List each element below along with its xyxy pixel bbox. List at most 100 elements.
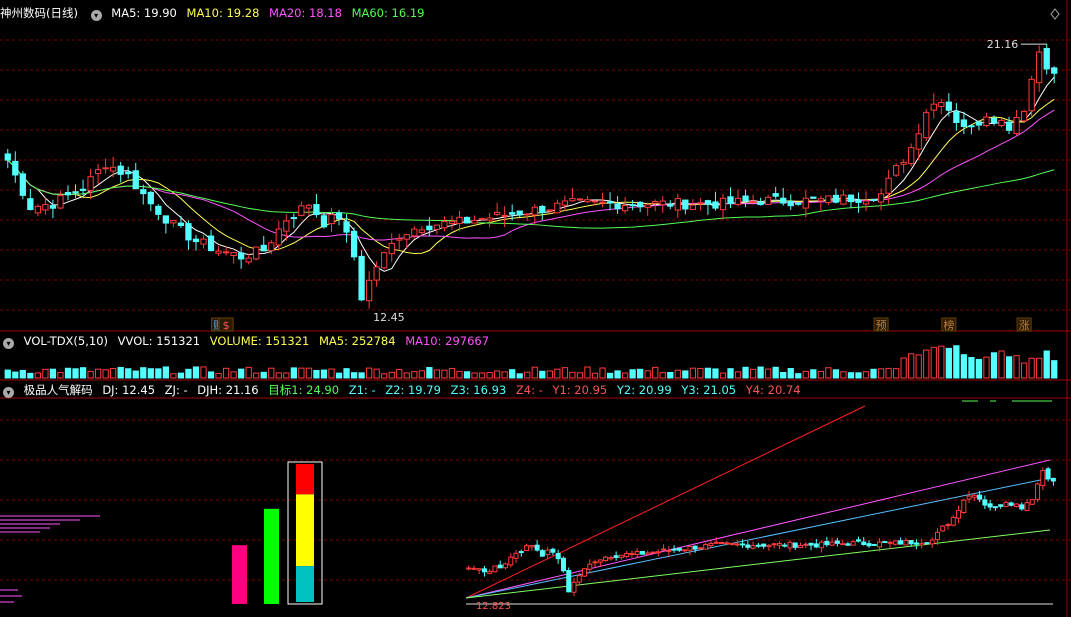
mini-candle: [634, 550, 640, 555]
mini-candle: [950, 516, 956, 526]
mini-candle: [676, 547, 682, 551]
ma5-label: MA5: 19.90: [111, 6, 177, 20]
volume-bar: [983, 356, 990, 379]
volume-bar: [614, 370, 621, 379]
mini-candle: [792, 542, 798, 548]
kline-chart-canvas[interactable]: 21.1612.45财$ 预榜涨12.823: [0, 0, 1071, 617]
mini-candle: [908, 540, 914, 545]
mini-candle: [703, 544, 709, 550]
mini-candle: [1003, 501, 1009, 508]
candle-down: [704, 200, 712, 205]
candle-up: [403, 234, 410, 240]
candle-up: [998, 119, 1005, 127]
mini-candle: [682, 549, 688, 552]
volume-bar: [877, 368, 885, 379]
volume-bar: [524, 371, 531, 379]
vol-ma5-label: MA5: 252784: [319, 334, 396, 348]
volume-bar: [1051, 360, 1058, 379]
event-marker-label: $: [223, 319, 230, 332]
candle-up: [802, 197, 809, 209]
candle-up: [230, 252, 237, 257]
volume-bar: [463, 371, 471, 379]
mini-candle: [476, 568, 482, 571]
mini-candle: [898, 540, 904, 545]
candle-up: [388, 242, 395, 255]
candle-up: [591, 200, 599, 203]
candle-up: [381, 252, 388, 269]
mini-candle: [940, 525, 946, 532]
candle-down: [1005, 121, 1013, 131]
volume-bar: [923, 349, 930, 379]
indicator-title[interactable]: 极品人气解码: [24, 383, 93, 397]
volume-bar: [1005, 356, 1013, 379]
volume-bar: [637, 368, 644, 379]
candle-down: [516, 210, 523, 216]
candle-up: [659, 200, 666, 206]
candle-down: [313, 204, 320, 216]
candle-down: [238, 252, 245, 260]
stack-bar-segment: [296, 464, 314, 495]
mini-candle: [481, 568, 487, 573]
mini-candle: [829, 541, 835, 546]
volume-bar: [298, 367, 305, 379]
volume-bar: [388, 371, 395, 379]
volume-bar: [328, 368, 335, 379]
volume-bar: [1020, 362, 1028, 379]
y4-label: Y4: 20.74: [745, 383, 801, 397]
mini-candle: [745, 544, 751, 548]
candle-up: [215, 250, 222, 254]
mini-candle: [913, 542, 919, 545]
volume-bar: [87, 370, 94, 379]
volume-bar: [366, 367, 373, 379]
volume-bar: [1043, 350, 1050, 379]
mini-candle: [550, 548, 556, 553]
volume-bar: [945, 347, 952, 379]
volume-bar: [862, 371, 870, 379]
candle-down: [27, 198, 34, 211]
mini-candle: [713, 541, 719, 544]
target1-label: 目标1: 24.90: [268, 383, 340, 397]
candle-down: [260, 244, 267, 252]
volume-bar: [546, 370, 553, 379]
candle-up: [170, 220, 177, 224]
candle-up: [908, 147, 915, 165]
volume-header: ▾ VOL-TDX(5,10) VVOL: 151321 VOLUME: 151…: [0, 333, 495, 350]
volume-bar: [335, 372, 343, 379]
low-price-label: 12.45: [373, 311, 405, 324]
y1-label: Y1: 20.95: [552, 383, 608, 397]
volume-bar: [230, 371, 237, 379]
volume-bar: [72, 368, 79, 379]
volume-bar: [659, 372, 666, 379]
candle-up: [366, 279, 373, 302]
volume-bar: [840, 371, 847, 379]
volume-bar: [177, 372, 185, 379]
volume-bar: [313, 370, 320, 379]
indicator-settings-icon[interactable]: ▾: [3, 387, 14, 398]
mini-candle: [576, 575, 582, 583]
volume-bar: [554, 368, 561, 379]
high-price-label: 21.16: [987, 38, 1019, 51]
volume-bar: [350, 372, 358, 379]
candle-down: [832, 194, 840, 203]
volume-bar: [719, 372, 727, 379]
candle-down: [990, 117, 998, 124]
mini-candle: [618, 554, 624, 558]
candle-up: [546, 209, 553, 212]
volume-label: VOLUME: 151321: [209, 334, 310, 348]
stock-title[interactable]: 神州数码(日线): [0, 6, 78, 20]
candle-up: [719, 197, 727, 211]
volume-settings-icon[interactable]: ▾: [3, 338, 14, 349]
candle-up: [674, 198, 681, 211]
mini-candle: [992, 506, 998, 509]
candle-up: [478, 218, 486, 221]
settings-circle-icon[interactable]: ▾: [90, 10, 102, 21]
mini-candle: [497, 564, 503, 569]
mini-candle: [882, 541, 888, 544]
mini-candle: [877, 541, 883, 548]
volume-title[interactable]: VOL-TDX(5,10): [24, 334, 108, 348]
volume-bar: [215, 372, 222, 379]
volume-bar: [975, 358, 983, 379]
candle-down: [290, 217, 297, 220]
mini-candle: [671, 548, 677, 551]
volume-bar: [290, 367, 297, 379]
